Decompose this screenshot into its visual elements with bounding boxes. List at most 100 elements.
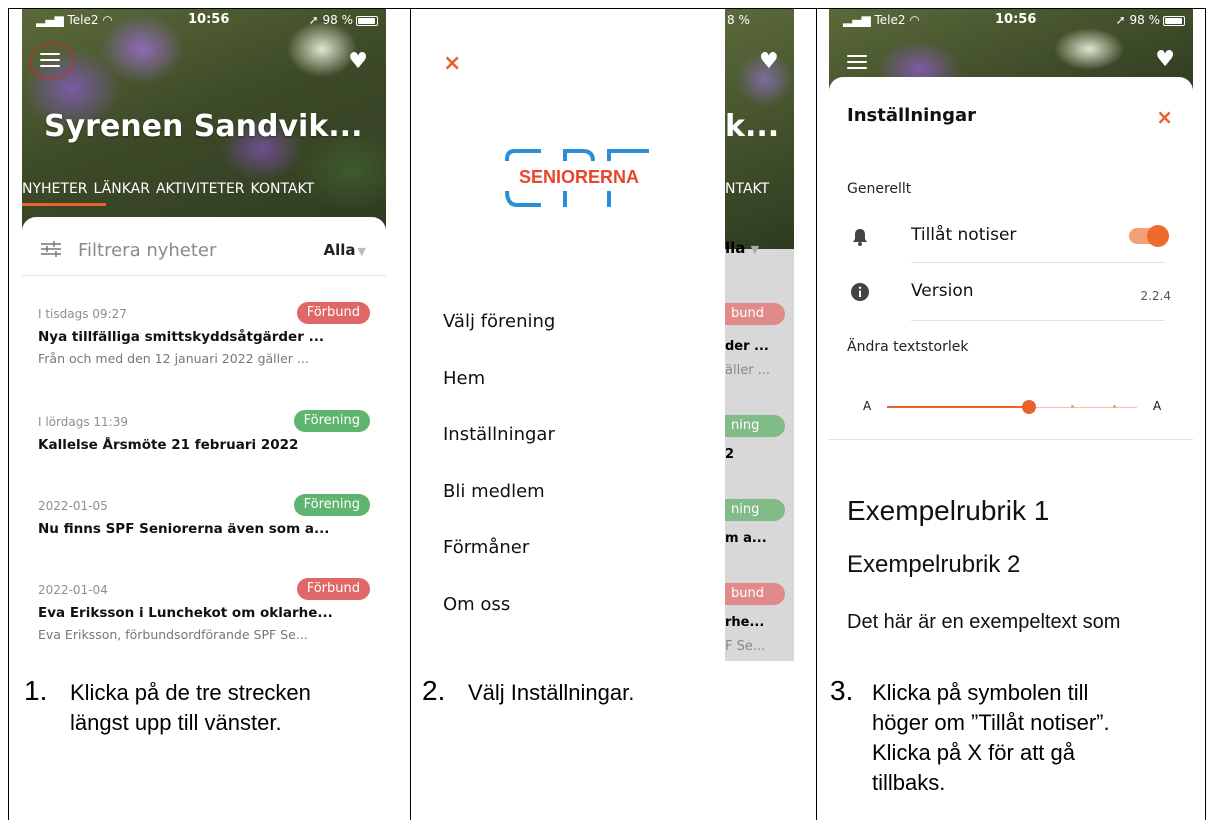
news-snippet: äller ... <box>725 363 771 378</box>
category-badge: Förening <box>293 494 370 516</box>
divider <box>911 262 1165 263</box>
slider-track <box>1029 406 1137 408</box>
status-bar: ▂▄▆ Tele2 ◠ 10:56 ➚ 98 % <box>22 9 386 31</box>
slider-max-label: A <box>1153 399 1162 413</box>
bell-icon <box>853 229 867 246</box>
news-title: Kallelse Årsmöte 21 februari 2022 <box>38 437 299 453</box>
settings-title: Inställningar <box>847 105 977 126</box>
toggle-knob <box>1147 225 1169 247</box>
status-bar: ▂▄▆ Tele2 ◠ 10:56 ➚ 98 % <box>829 9 1193 31</box>
filter-select[interactable]: Alla ▼ <box>324 241 366 259</box>
table-border-2 <box>816 8 817 820</box>
table-border-left <box>8 8 9 820</box>
news-title: Nu finns SPF Seniorerna även som a... <box>38 521 330 537</box>
close-icon[interactable]: × <box>1156 105 1173 129</box>
status-battery: ➚ 98 % <box>1116 13 1185 27</box>
heart-icon[interactable]: ♥ <box>1155 49 1175 71</box>
info-icon <box>851 283 869 301</box>
spf-logo: SENIORERNA <box>505 149 649 207</box>
news-snippet: Från och med den 12 januari 2022 gäller … <box>38 351 309 366</box>
slider-min-label: A <box>863 399 872 413</box>
category-badge: Förbund <box>296 578 370 600</box>
table-border-1 <box>410 8 411 820</box>
status-carrier: ▂▄▆ Tele2 ◠ <box>36 13 113 27</box>
news-filter[interactable]: Filtrera nyheter Alla ▼ <box>38 235 370 267</box>
news-card: Filtrera nyheter Alla ▼ I tisdags 09:27 F… <box>22 217 386 661</box>
status-time: 10:56 <box>995 12 1037 27</box>
battery-icon <box>1163 15 1185 26</box>
menu-item-home[interactable]: Hem <box>443 368 485 389</box>
tab-news[interactable]: NYHETER <box>22 181 88 197</box>
step-text: Välj Inställningar. <box>468 680 635 705</box>
category-badge: Förening <box>293 410 370 432</box>
tab-fragment: NTAKT <box>725 181 770 197</box>
tab-bar: NYHETER LÄNKAR AKTIVITETER KONTAKT <box>22 181 386 197</box>
category-badge: Förbund <box>296 302 370 324</box>
divider <box>22 275 386 276</box>
close-icon[interactable]: × <box>443 51 461 76</box>
slider-step <box>1071 405 1074 408</box>
screenshot-news-feed: ▂▄▆ Tele2 ◠ 10:56 ➚ 98 % ♥ Syrenen Sandv… <box>22 9 386 661</box>
status-battery: 8 % <box>727 13 750 27</box>
status-time: 10:56 <box>188 12 230 27</box>
example-heading-1: Exempelrubrik 1 <box>847 495 1050 526</box>
association-title-fragment: k... <box>725 109 780 144</box>
tab-links[interactable]: LÄNKAR <box>94 181 150 197</box>
category-badge: ning <box>725 499 785 521</box>
status-battery: ➚ 98 % <box>309 13 378 27</box>
menu-item-settings[interactable]: Inställningar <box>443 424 555 445</box>
hero-image: ▂▄▆ Tele2 ◠ 10:56 ➚ 98 % ♥ Syrenen Sandv… <box>22 9 386 249</box>
example-heading-2: Exempelrubrik 2 <box>847 551 1021 578</box>
menu-item-benefits[interactable]: Förmåner <box>443 537 529 558</box>
heart-icon: ♥ <box>759 49 779 74</box>
news-title: Eva Eriksson i Lunchekot om oklarhe... <box>38 605 333 621</box>
notifications-label: Tillåt notiser <box>911 225 1017 245</box>
chevron-down-icon: ▼ <box>357 245 366 258</box>
news-title: rhe... <box>725 615 765 630</box>
text-size-slider[interactable]: A A <box>847 397 1177 417</box>
side-drawer: × SENIORERNA Välj förening Hem Inställni… <box>421 9 725 661</box>
screenshot-settings: ▂▄▆ Tele2 ◠ 10:56 ➚ 98 % ♥ Inställningar… <box>829 9 1193 661</box>
tab-activities[interactable]: AKTIVITETER <box>156 181 245 197</box>
slider-fill <box>887 406 1029 408</box>
news-date: 2022-01-05 <box>38 499 108 513</box>
news-snippet: F Se... <box>725 639 766 654</box>
category-badge: bund <box>725 303 785 325</box>
menu-item-about[interactable]: Om oss <box>443 594 510 615</box>
step-text: Klicka på symbolen till höger om ”Tillåt … <box>872 680 1110 795</box>
category-badge: bund <box>725 583 785 605</box>
active-tab-indicator <box>22 203 106 206</box>
section-general: Generellt <box>847 181 912 197</box>
news-date: 2022-01-04 <box>38 583 108 597</box>
status-carrier: ▂▄▆ Tele2 ◠ <box>843 13 920 27</box>
heart-icon[interactable]: ♥ <box>348 51 368 73</box>
news-date: I tisdags 09:27 <box>38 307 127 321</box>
tab-contact[interactable]: KONTAKT <box>251 181 315 197</box>
version-label: Version <box>911 281 974 301</box>
association-title: Syrenen Sandvik... <box>44 109 363 144</box>
filter-label: Filtrera nyheter <box>78 240 217 261</box>
battery-icon <box>356 15 378 26</box>
version-value: 2.2.4 <box>1140 289 1171 303</box>
slider-step <box>1113 405 1116 408</box>
divider <box>911 320 1165 321</box>
slider-thumb[interactable] <box>1022 400 1036 414</box>
instruction-sheet: ▂▄▆ Tele2 ◠ 10:56 ➚ 98 % ♥ Syrenen Sandv… <box>0 0 1206 820</box>
news-title: 2 <box>725 447 735 462</box>
step-text: Klicka på de tre strecken längst upp till… <box>70 680 311 735</box>
screenshot-side-menu: 8 % ♥ k... NTAKT lla ▼ bund der ... älle… <box>421 9 794 661</box>
settings-sheet: Inställningar × Generellt Tillåt notiser… <box>829 77 1193 661</box>
menu-item-become-member[interactable]: Bli medlem <box>443 481 545 502</box>
filter-fragment: lla ▼ <box>725 239 760 257</box>
step-number: 1. <box>24 675 48 706</box>
menu-item-choose-association[interactable]: Välj förening <box>443 311 555 332</box>
hamburger-menu-icon[interactable] <box>847 55 867 69</box>
divider <box>829 439 1193 440</box>
step-number: 2. <box>422 675 446 706</box>
news-snippet: Eva Eriksson, förbundsordförande SPF Se.… <box>38 627 308 642</box>
example-paragraph: Det här är en exempeltext som <box>847 611 1121 633</box>
category-badge: ning <box>725 415 785 437</box>
section-text-size: Ändra textstorlek <box>847 339 969 355</box>
logo-text: SENIORERNA <box>519 167 639 187</box>
notifications-toggle[interactable] <box>1129 225 1169 247</box>
